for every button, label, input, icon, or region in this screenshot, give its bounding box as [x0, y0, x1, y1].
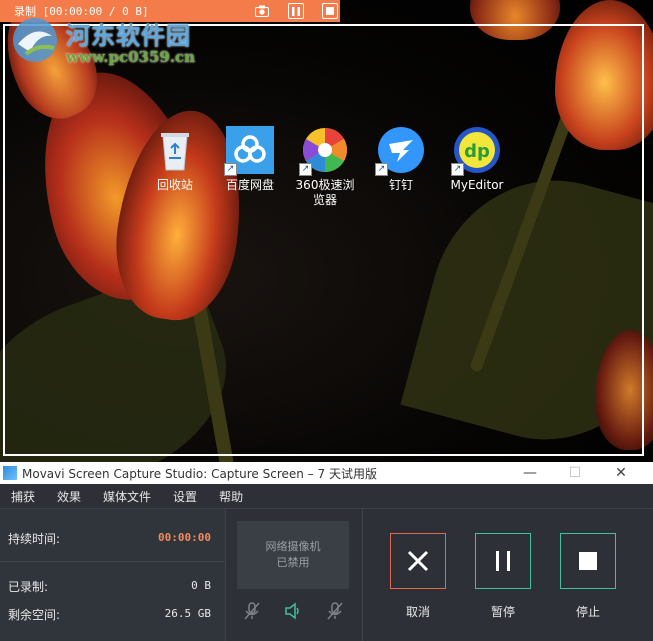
close-button[interactable]: ✕ [613, 465, 629, 481]
menu-help[interactable]: 帮助 [219, 488, 243, 505]
pause-icon [292, 6, 300, 16]
close-x-icon [407, 550, 429, 572]
recorded-value: 0 B [191, 579, 211, 592]
webcam-status-text: 已禁用 [276, 556, 310, 569]
movavi-app-icon [3, 466, 17, 480]
desktop-icon-label: 钉钉 [388, 178, 413, 192]
stop-label: 停止 [575, 605, 600, 619]
cancel-label: 取消 [405, 605, 430, 619]
movavi-window: Movavi Screen Capture Studio: Capture Sc… [0, 462, 653, 641]
recycle-bin-icon [151, 126, 199, 174]
menu-capture[interactable]: 捕获 [11, 488, 35, 505]
stop-icon [326, 7, 334, 15]
watermark-logo-icon [13, 18, 57, 62]
shortcut-arrow-icon: ↗ [224, 163, 237, 176]
baidu-netdisk-icon: ↗ [224, 126, 274, 176]
watermark-title: 河东软件园 [66, 21, 191, 50]
speaker-icon[interactable] [283, 601, 303, 621]
menu-media-files[interactable]: 媒体文件 [103, 488, 151, 505]
shortcut-arrow-icon: ↗ [451, 163, 464, 176]
svg-text:dp: dp [464, 141, 490, 162]
recorded-label: 已录制: [8, 580, 49, 594]
desktop-icon-label: 百度网盘 [225, 178, 274, 192]
minimize-button[interactable]: — [522, 465, 538, 481]
stop-icon [579, 552, 597, 570]
desktop-icon-label: 回收站 [156, 178, 193, 192]
desktop-icon-recycle-bin[interactable]: 回收站 [140, 126, 210, 193]
myeditor-icon: dp ↗ [451, 126, 501, 176]
free-space-value: 26.5 GB [164, 607, 211, 620]
cancel-button[interactable] [390, 533, 446, 589]
recording-stats-panel: 持续时间: 00:00:00 已录制: 0 B 剩余空间: 26.5 GB [0, 509, 226, 641]
free-space-label: 剩余空间: [8, 608, 61, 622]
pause-button[interactable] [475, 533, 531, 589]
capture-area-frame[interactable] [3, 24, 644, 456]
duration-label: 持续时间: [8, 532, 61, 546]
webcam-panel: 网络摄像机 已禁用 [226, 509, 363, 641]
dingtalk-icon: ↗ [375, 126, 425, 176]
shortcut-arrow-icon: ↗ [299, 163, 312, 176]
shortcut-arrow-icon: ↗ [375, 163, 388, 176]
maximize-button[interactable]: ☐ [567, 465, 583, 481]
duration-value: 00:00:00 [158, 531, 211, 544]
desktop-icon-baidu-netdisk[interactable]: ↗ 百度网盘 [215, 126, 285, 193]
desktop-icon-label: 360极速浏览器 [295, 178, 355, 207]
desktop-icon-myeditor[interactable]: dp ↗ MyEditor [442, 126, 512, 193]
microphone-off-icon[interactable] [325, 601, 345, 621]
window-titlebar[interactable]: Movavi Screen Capture Studio: Capture Sc… [0, 462, 653, 484]
pause-recording-button[interactable] [288, 3, 304, 19]
recording-controls: 取消 暂停 停止 [363, 509, 653, 641]
microphone-muted-icon[interactable] [242, 601, 262, 621]
stop-button[interactable] [560, 533, 616, 589]
desktop-icon-dingtalk[interactable]: ↗ 钉钉 [366, 126, 436, 193]
desktop-icon-360-browser[interactable]: ↗ 360极速浏览器 [290, 126, 360, 208]
desktop-icon-label: MyEditor [450, 178, 504, 192]
pause-icon [496, 551, 510, 571]
menu-settings[interactable]: 设置 [173, 488, 197, 505]
pause-label: 暂停 [490, 605, 515, 619]
menu-effects[interactable]: 效果 [57, 488, 81, 505]
screenshot-button[interactable] [254, 3, 270, 19]
watermark-url: www.pc0359.cn [66, 48, 196, 66]
menu-bar: 捕获 效果 媒体文件 设置 帮助 [0, 484, 653, 509]
stop-recording-button[interactable] [322, 3, 338, 19]
360-browser-icon: ↗ [299, 126, 349, 176]
stats-divider [0, 561, 225, 562]
window-title: Movavi Screen Capture Studio: Capture Sc… [22, 466, 377, 481]
webcam-preview[interactable]: 网络摄像机 已禁用 [237, 521, 349, 589]
webcam-status-title: 网络摄像机 [265, 540, 321, 553]
camera-icon [255, 5, 269, 17]
